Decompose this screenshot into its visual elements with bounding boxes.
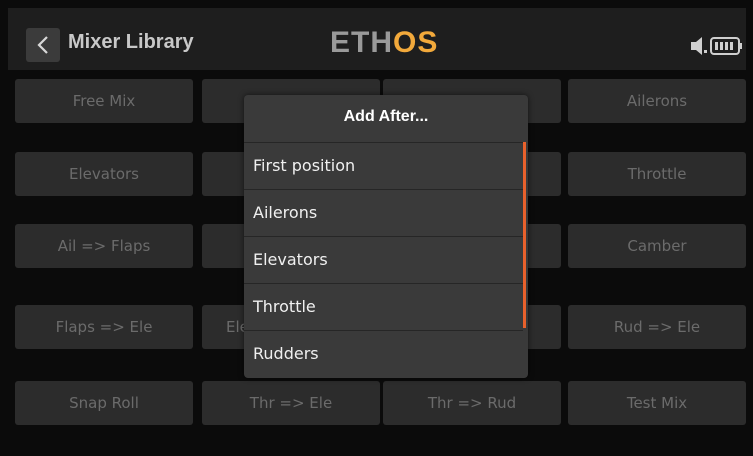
option-first-position[interactable]: First position	[244, 142, 523, 188]
add-after-dialog: Add After... First position Ailerons Ele…	[244, 95, 528, 378]
dialog-scrollbar[interactable]	[523, 142, 526, 328]
mixer-tile[interactable]: Rud => Ele	[568, 305, 746, 349]
battery-icon	[710, 37, 742, 55]
mixer-tile[interactable]: Elevators	[15, 152, 193, 196]
page-title: Mixer Library	[68, 31, 194, 53]
mixer-tile[interactable]: Ailerons	[568, 79, 746, 123]
chevron-left-icon	[37, 36, 48, 54]
back-button[interactable]	[26, 28, 60, 62]
mixer-tile[interactable]: Camber	[568, 224, 746, 268]
mixer-tile[interactable]: Snap Roll	[15, 381, 193, 425]
mixer-tile[interactable]: Thr => Ele	[202, 381, 380, 425]
mixer-tile[interactable]: Test Mix	[568, 381, 746, 425]
dialog-title: Add After...	[343, 108, 429, 125]
speaker-icon	[691, 37, 707, 55]
option-elevators[interactable]: Elevators	[244, 236, 523, 282]
top-bar: Mixer Library ETHOS	[8, 8, 746, 70]
ethos-logo: ETHOS	[330, 26, 439, 59]
mixer-tile[interactable]: Throttle	[568, 152, 746, 196]
mixer-tile[interactable]: Flaps => Ele	[15, 305, 193, 349]
option-rudders[interactable]: Rudders	[244, 330, 523, 376]
mixer-tile[interactable]: Ail => Flaps	[15, 224, 193, 268]
option-ailerons[interactable]: Ailerons	[244, 189, 523, 235]
status-area	[691, 35, 745, 61]
mixer-tile[interactable]: Free Mix	[15, 79, 193, 123]
mixer-tile[interactable]: Thr => Rud	[383, 381, 561, 425]
option-throttle[interactable]: Throttle	[244, 283, 523, 329]
